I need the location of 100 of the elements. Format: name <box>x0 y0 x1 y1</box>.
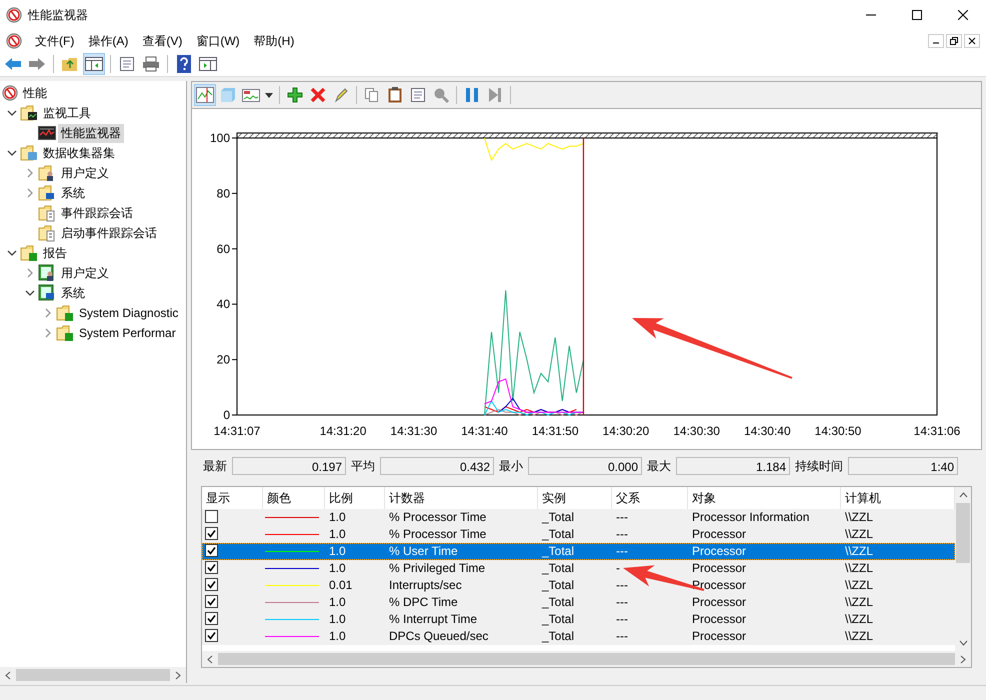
line-graph-button[interactable] <box>194 84 216 106</box>
stat-label: 最大 <box>647 458 671 474</box>
table-cell-text: --- <box>615 611 629 628</box>
table-cell-text: \\ZZL <box>844 628 874 645</box>
table-cell-text: \\ZZL <box>844 560 874 577</box>
x-tick-label: 14:30:40 <box>744 424 791 438</box>
tree-item[interactable]: 用户定义 <box>58 164 112 182</box>
counter-row[interactable]: 1.0 DPCs Queued/sec _Total --- Processor \\ZZL <box>202 628 955 645</box>
horizontal-scrollbar[interactable] <box>0 667 186 683</box>
x-tick-label: 14:31:06 <box>914 424 960 438</box>
minimize-button[interactable] <box>928 34 944 48</box>
table-cell-text: Interrupts/sec <box>388 577 463 594</box>
y-tick-label: 100 <box>210 131 230 145</box>
counter-row[interactable]: 1.0 % User Time _Total --- Processor \\ZZL <box>202 543 955 560</box>
show-tree-button[interactable] <box>83 53 105 75</box>
expand-chevron-icon[interactable] <box>44 308 52 318</box>
y-tick-label: 0 <box>223 408 230 422</box>
close-button[interactable] <box>964 34 980 48</box>
close-icon[interactable] <box>958 10 968 20</box>
tree-item[interactable]: 用户定义 <box>58 264 112 282</box>
tree-item[interactable]: 数据收集器集 <box>40 144 118 162</box>
menu-item[interactable]: 文件(F) <box>28 30 82 52</box>
folder-icon <box>38 204 56 222</box>
table-cell-text: % Privileged Time <box>388 560 486 577</box>
checkbox[interactable] <box>205 561 218 574</box>
menu-item[interactable]: 查看(V) <box>135 30 190 52</box>
table-cell-text: Processor <box>691 611 748 628</box>
table-cell-text: % DPC Time <box>388 594 459 611</box>
pause-icon[interactable] <box>465 87 479 103</box>
table-cell-text: Processor <box>691 594 748 611</box>
tree-item[interactable]: System Performar <box>76 325 179 341</box>
checkbox[interactable] <box>205 629 218 642</box>
scroll-up-icon[interactable] <box>958 492 968 498</box>
tree-item[interactable]: 系统 <box>58 284 88 302</box>
restore-button[interactable] <box>946 34 962 48</box>
checkbox[interactable] <box>205 527 218 540</box>
folder-icon <box>38 224 56 242</box>
stat-label: 持续时间 <box>795 458 843 474</box>
checkbox[interactable] <box>205 544 218 557</box>
expand-chevron-icon[interactable] <box>26 268 34 278</box>
window-title: 性能监视器 <box>28 6 89 24</box>
table-cell-text: \\ZZL <box>844 509 874 526</box>
folder-icon <box>20 104 38 122</box>
tree-item[interactable]: 性能监视器 <box>58 124 124 142</box>
table-cell-text: _Total <box>540 543 576 560</box>
scroll-right-icon[interactable] <box>960 654 966 664</box>
checkbox[interactable] <box>205 510 218 523</box>
counter-row[interactable]: 1.0 % Processor Time _Total --- Processor Information \\ZZL <box>202 509 955 526</box>
tree-item[interactable]: 报告 <box>40 244 70 262</box>
scroll-down-icon[interactable] <box>958 640 968 646</box>
x-tick-label: 14:31:50 <box>532 424 579 438</box>
menu-item[interactable]: 窗口(W) <box>189 30 247 52</box>
x-tick-label: 14:30:30 <box>673 424 720 438</box>
report-icon <box>38 264 56 282</box>
table-cell-text: % Processor Time <box>388 509 488 526</box>
menu-item[interactable]: 帮助(H) <box>246 30 302 52</box>
collapse-chevron-icon[interactable] <box>7 249 17 257</box>
tree-item[interactable]: System Diagnostic <box>76 305 182 321</box>
stat-label: 最小 <box>499 458 523 474</box>
horizontal-scrollbar[interactable] <box>202 651 971 667</box>
counter-row[interactable]: 0.01 Interrupts/sec _Total --- Processor \\ZZL <box>202 577 955 594</box>
expand-chevron-icon[interactable] <box>26 168 34 178</box>
close-icon[interactable] <box>968 37 976 45</box>
checkbox[interactable] <box>205 595 218 608</box>
table-cell-text: Processor <box>691 560 748 577</box>
checkbox[interactable] <box>205 578 218 591</box>
tree-item[interactable]: 性能 <box>20 84 50 102</box>
scroll-right-icon[interactable] <box>175 670 181 680</box>
tree-item[interactable]: 系统 <box>58 184 88 202</box>
tree-item[interactable]: 启动事件跟踪会话 <box>58 224 160 242</box>
table-cell-text: _Total <box>540 560 576 577</box>
scroll-left-icon[interactable] <box>207 654 213 664</box>
collapse-chevron-icon[interactable] <box>7 109 17 117</box>
table-cell-text: Processor <box>691 526 748 543</box>
x-tick-label: 14:30:50 <box>814 424 862 438</box>
y-tick-label: 40 <box>216 297 230 312</box>
collapse-chevron-icon[interactable] <box>7 149 17 157</box>
tree-item[interactable]: 监视工具 <box>40 104 94 122</box>
menu-item[interactable]: 操作(A) <box>81 30 136 52</box>
table-cell-text: DPCs Queued/sec <box>388 628 490 645</box>
expand-chevron-icon[interactable] <box>44 328 52 338</box>
tree-item[interactable]: 事件跟踪会话 <box>58 204 136 222</box>
counter-row[interactable]: 1.0 % DPC Time _Total --- Processor \\ZZL <box>202 594 955 611</box>
vertical-scrollbar[interactable] <box>955 487 971 651</box>
table-cell-text: % Interrupt Time <box>388 611 478 628</box>
stat-value-field: 1:40 <box>848 457 958 475</box>
expand-chevron-icon[interactable] <box>26 188 34 198</box>
table-cell-text: 1.0 <box>328 509 347 526</box>
table-cell-text: 0.01 <box>328 577 354 594</box>
checkbox[interactable] <box>205 612 218 625</box>
table-cell-text: _Total <box>540 577 576 594</box>
counter-row[interactable]: 1.0 % Interrupt Time _Total --- Processor \\ZZL <box>202 611 955 628</box>
counter-row[interactable]: 1.0 % Processor Time _Total --- Processor \\ZZL <box>202 526 955 543</box>
restore-icon[interactable] <box>950 37 958 45</box>
counter-row[interactable]: 1.0 % Privileged Time _Total - Processor \\ZZL <box>202 560 955 577</box>
y-tick-label: 60 <box>216 242 230 256</box>
scroll-left-icon[interactable] <box>5 670 11 680</box>
table-cell-text: \\ZZL <box>844 594 874 611</box>
collapse-chevron-icon[interactable] <box>25 289 35 297</box>
maximize-icon[interactable] <box>912 10 922 20</box>
